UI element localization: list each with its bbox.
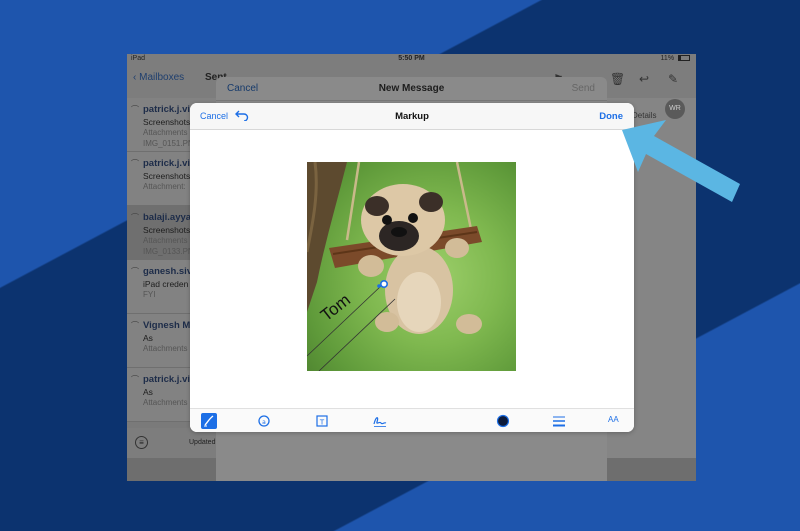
status-bar: iPad 5:50 PM 11% — [127, 54, 696, 64]
mail-preview: Attachments — [143, 398, 188, 407]
paperclip-icon: ⌒ — [131, 321, 139, 330]
paperclip-icon: ⌒ — [131, 213, 139, 222]
mail-preview-2: IMG_0133.PN — [143, 247, 194, 256]
text-box-icon[interactable]: T — [315, 413, 329, 429]
battery-percent: 11% — [660, 55, 675, 62]
paperclip-icon: ⌒ — [131, 267, 139, 276]
mail-preview: Attachment: — [143, 182, 186, 191]
mail-sender: patrick.j.vi — [143, 374, 190, 385]
mail-preview-2: IMG_0151.PN — [143, 139, 194, 148]
update-status: Updated — [189, 439, 216, 446]
callout-arrow-icon — [622, 120, 740, 202]
mail-subject: iPad creden — [143, 279, 189, 289]
reply-icon[interactable]: ↩ — [639, 72, 649, 86]
mail-sender: patrick.j.vi — [143, 104, 190, 115]
pen-icon[interactable] — [201, 413, 217, 429]
mail-sender: ganesh.siv — [143, 266, 193, 277]
back-label: Mailboxes — [139, 72, 185, 83]
mail-subject: Screenshots — [143, 117, 191, 127]
markup-dialog: Cancel Markup Done Tom a T AA — [190, 103, 634, 432]
mail-subject: Screenshots — [143, 225, 191, 235]
svg-text:T: T — [319, 419, 325, 427]
mail-subject: As — [143, 333, 153, 343]
mail-preview: Attachments — [143, 128, 188, 137]
mail-preview: Attachments — [143, 236, 188, 245]
paperclip-icon: ⌒ — [131, 375, 139, 384]
compose-header: Cancel New Message Send — [216, 77, 607, 101]
color-dot-icon[interactable] — [496, 413, 510, 429]
compose-icon[interactable]: ✎ — [668, 72, 678, 86]
font-size-icon[interactable]: AA — [608, 413, 619, 429]
battery-indicator: 11% — [661, 55, 690, 62]
mail-preview: FYI — [143, 290, 156, 299]
trash-icon[interactable]: 🗑 — [610, 72, 625, 86]
mail-sender: patrick.j.vi — [143, 158, 190, 169]
markup-title: Markup — [395, 111, 429, 122]
battery-icon — [678, 55, 690, 62]
mail-sender: Vignesh M — [143, 320, 191, 331]
pug-illustration — [307, 162, 482, 371]
mailboxes-back-button[interactable]: ‹ Mailboxes — [133, 72, 184, 83]
status-time: 5:50 PM — [398, 55, 425, 62]
markup-toolbar: a T AA — [190, 408, 634, 432]
send-button[interactable]: Send — [572, 83, 595, 94]
svg-text:a: a — [262, 419, 266, 426]
font-size-label: AA — [608, 415, 619, 424]
magnifier-icon[interactable]: a — [257, 413, 271, 429]
line-width-icon[interactable] — [552, 413, 566, 429]
paperclip-icon: ⌒ — [131, 105, 139, 114]
avatar[interactable]: WR — [665, 99, 685, 119]
mail-subject: Screenshots — [143, 171, 191, 181]
compose-title: New Message — [378, 83, 445, 94]
mail-subject: As — [143, 387, 153, 397]
pug-photo[interactable]: Tom — [307, 162, 516, 371]
paperclip-icon: ⌒ — [131, 159, 139, 168]
markup-header: Cancel Markup Done — [190, 103, 634, 130]
mail-preview: Attachments — [143, 344, 188, 353]
mail-sender: balaji.ayya — [143, 212, 192, 223]
signature-icon[interactable] — [372, 413, 388, 429]
filter-icon[interactable]: ≡ — [135, 436, 148, 449]
